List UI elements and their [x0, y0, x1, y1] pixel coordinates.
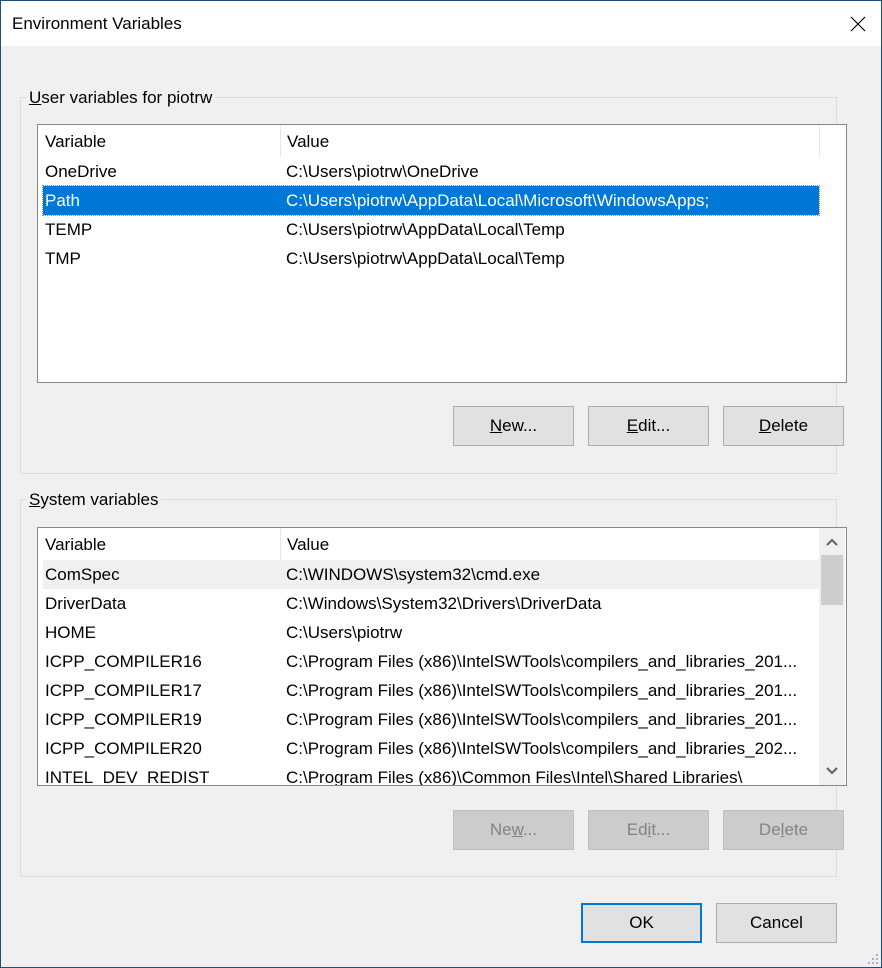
user-variables-list[interactable]: Variable Value OneDrive C:\Users\piotrw\O…	[37, 124, 847, 383]
variable-value-cell: C:\Program Files (x86)\IntelSWTools\comp…	[286, 739, 798, 758]
table-row[interactable]: Path C:\Users\piotrw\AppData\Local\Micros…	[42, 185, 820, 216]
user-new-button[interactable]: New...	[453, 406, 574, 446]
variable-value-cell: C:\WINDOWS\system32\cmd.exe	[286, 565, 541, 584]
variable-name-cell: TMP	[45, 249, 81, 268]
variable-name-cell: HOME	[45, 623, 96, 642]
close-icon	[850, 16, 866, 31]
table-row[interactable]: DriverData C:\Windows\System32\Drivers\Dr…	[43, 589, 819, 618]
size-grip-icon[interactable]	[867, 953, 879, 965]
table-row[interactable]: ICPP_COMPILER19 C:\Program Files (x86)\In…	[43, 705, 819, 734]
variable-value-cell: C:\Users\piotrw\AppData\Local\Temp	[286, 220, 565, 239]
user-edit-button[interactable]: Edit...	[588, 406, 709, 446]
list-header: Variable Value	[38, 125, 820, 157]
variable-value-cell: C:\Users\piotrw	[286, 623, 403, 642]
title-bar: Environment Variables	[1, 1, 881, 46]
variable-name-cell: ICPP_COMPILER16	[45, 652, 202, 671]
column-header-value[interactable]: Value	[280, 528, 819, 560]
chevron-down-icon	[826, 767, 838, 775]
variable-name-cell: ICPP_COMPILER20	[45, 739, 202, 758]
table-row[interactable]: ICPP_COMPILER17 C:\Program Files (x86)\In…	[43, 676, 819, 705]
ok-button[interactable]: OK	[581, 903, 702, 943]
table-row[interactable]: ICPP_COMPILER16 C:\Program Files (x86)\In…	[43, 647, 819, 676]
list-header: Variable Value	[38, 528, 819, 560]
system-edit-button[interactable]: Edit...	[588, 810, 709, 850]
column-header-value[interactable]: Value	[280, 125, 819, 157]
system-variables-label: System variables	[26, 490, 162, 510]
table-row[interactable]: INTEL_DEV_REDIST C:\Program Files (x86)\C…	[43, 763, 819, 786]
user-delete-button[interactable]: Delete	[723, 406, 844, 446]
variable-name-cell: OneDrive	[45, 162, 117, 181]
variable-value-cell: C:\Users\piotrw\AppData\Local\Microsoft\…	[286, 191, 710, 210]
scroll-up-button[interactable]	[821, 529, 843, 555]
system-variables-list[interactable]: Variable Value ComSpec C:\WINDOWS\system3…	[37, 527, 847, 786]
chevron-up-icon	[826, 538, 838, 546]
vertical-scrollbar[interactable]	[819, 528, 845, 785]
table-row[interactable]: TMP C:\Users\piotrw\AppData\Local\Temp	[43, 244, 819, 273]
table-row[interactable]: TEMP C:\Users\piotrw\AppData\Local\Temp	[43, 215, 819, 244]
variable-name-cell: Path	[45, 191, 80, 210]
variable-value-cell: C:\Windows\System32\Drivers\DriverData	[286, 594, 602, 613]
column-header-variable[interactable]: Variable	[38, 125, 280, 157]
variable-value-cell: C:\Program Files (x86)\IntelSWTools\comp…	[286, 681, 798, 700]
variable-name-cell: ICPP_COMPILER19	[45, 710, 202, 729]
variable-name-cell: ICPP_COMPILER17	[45, 681, 202, 700]
table-row[interactable]: HOME C:\Users\piotrw	[43, 618, 819, 647]
table-row[interactable]: ComSpec C:\WINDOWS\system32\cmd.exe	[43, 560, 819, 589]
variable-value-cell: C:\Program Files (x86)\IntelSWTools\comp…	[286, 652, 798, 671]
variable-name-cell: ComSpec	[45, 565, 120, 584]
table-row[interactable]: OneDrive C:\Users\piotrw\OneDrive	[43, 157, 819, 186]
variable-name-cell: DriverData	[45, 594, 127, 613]
environment-variables-dialog: Environment Variables User variables for…	[0, 0, 882, 968]
user-variables-label: User variables for piotrw	[26, 88, 216, 108]
cancel-button[interactable]: Cancel	[716, 903, 837, 943]
variable-value-cell: C:\Program Files (x86)\Common Files\Inte…	[286, 768, 743, 786]
system-delete-button[interactable]: Delete	[723, 810, 844, 850]
column-header-variable[interactable]: Variable	[38, 528, 280, 560]
scroll-thumb[interactable]	[821, 555, 843, 605]
variable-value-cell: C:\Program Files (x86)\IntelSWTools\comp…	[286, 710, 798, 729]
column-divider[interactable]	[819, 125, 820, 157]
system-new-button[interactable]: New...	[453, 810, 574, 850]
variable-value-cell: C:\Users\piotrw\OneDrive	[286, 162, 479, 181]
window-title: Environment Variables	[12, 14, 182, 33]
variable-name-cell: INTEL_DEV_REDIST	[45, 768, 210, 786]
variable-value-cell: C:\Users\piotrw\AppData\Local\Temp	[286, 249, 565, 268]
scroll-down-button[interactable]	[821, 758, 843, 784]
table-row[interactable]: ICPP_COMPILER20 C:\Program Files (x86)\In…	[43, 734, 819, 763]
close-button[interactable]	[835, 1, 881, 46]
variable-name-cell: TEMP	[45, 220, 93, 239]
